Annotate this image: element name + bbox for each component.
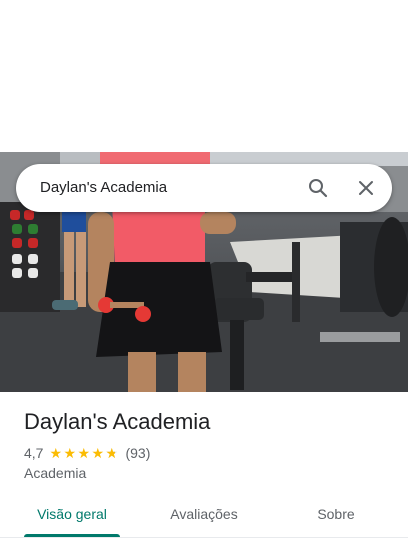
star-icon: ★ <box>49 445 63 461</box>
rating-row[interactable]: 4,7 ★ ★ ★ ★ ★ ★ (93) <box>24 444 150 462</box>
star-half-icon: ★ ★ <box>105 445 119 461</box>
tab-visao-geral[interactable]: Visão geral <box>24 494 120 534</box>
search-icon[interactable] <box>306 176 330 200</box>
tab-avaliacoes[interactable]: Avaliações <box>152 494 256 534</box>
star-rating: ★ ★ ★ ★ ★ ★ <box>49 446 119 460</box>
place-title: Daylan's Academia <box>24 409 211 434</box>
star-icon: ★ <box>77 445 91 461</box>
tabs-divider <box>0 537 408 538</box>
map-blank-area <box>0 0 408 152</box>
place-tabs: Visão geral Avaliações Sobre <box>0 494 408 538</box>
reviews-count[interactable]: (93) <box>125 445 150 461</box>
rating-value: 4,7 <box>24 445 44 461</box>
star-icon: ★ <box>63 445 77 461</box>
star-icon: ★ <box>91 445 105 461</box>
close-icon[interactable] <box>354 176 378 200</box>
search-input[interactable]: Daylan's Academia <box>40 179 167 196</box>
place-category: Academia <box>24 465 87 481</box>
tab-sobre[interactable]: Sobre <box>296 494 376 534</box>
search-bar[interactable]: Daylan's Academia <box>16 164 392 212</box>
